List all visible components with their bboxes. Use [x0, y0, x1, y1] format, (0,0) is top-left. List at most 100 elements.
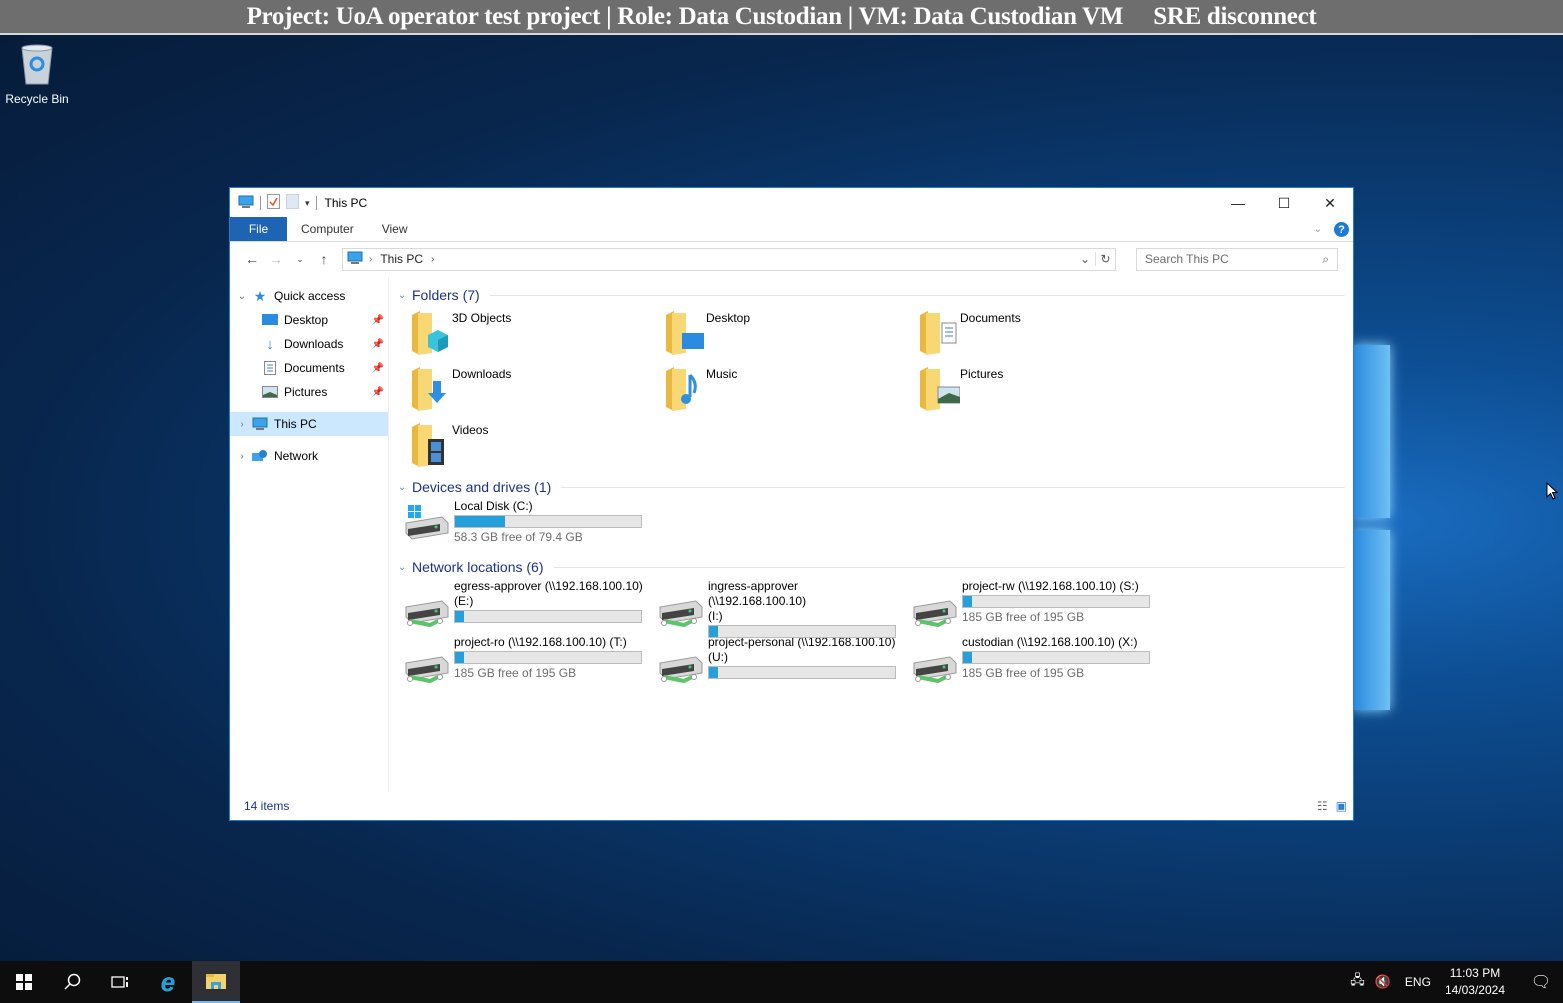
pin-icon[interactable]: 📌: [372, 363, 384, 374]
group-header-devices[interactable]: ⌄ Devices and drives (1): [396, 475, 1353, 499]
expand-ribbon-icon[interactable]: ⌄: [1314, 224, 1322, 235]
network-grid: egress-approver (\\192.168.100.10) (E:) in…: [396, 579, 1353, 691]
properties-icon[interactable]: [267, 194, 280, 212]
nav-network[interactable]: › Network: [230, 444, 388, 468]
network-drive-item[interactable]: ingress-approver (\\192.168.100.10) (I:): [656, 579, 910, 638]
usage-bar: [708, 666, 896, 679]
navigation-bar: ← → ⌄ ↑ › This PC › ⌄ ↻ Search This PC ⌕: [230, 242, 1353, 276]
folder-item[interactable]: Desktop: [660, 307, 914, 363]
folder-label: Downloads: [452, 367, 512, 381]
usage-bar-fill: [709, 667, 719, 678]
search-input[interactable]: Search This PC ⌕: [1136, 247, 1338, 271]
mouse-cursor-icon: [1546, 481, 1559, 503]
tab-file[interactable]: File: [230, 217, 287, 241]
large-icons-view-icon[interactable]: ▣: [1336, 799, 1347, 813]
collapse-chevron-icon[interactable]: ⌄: [398, 562, 412, 573]
close-button[interactable]: ✕: [1307, 188, 1353, 218]
network-warning-icon[interactable]: 🖧: [1350, 971, 1365, 993]
folder-item[interactable]: 3D Objects: [406, 307, 660, 363]
videos-folder-icon: [406, 421, 452, 469]
new-folder-icon[interactable]: [286, 194, 299, 212]
sre-banner: Project: UoA operator test project | Rol…: [0, 0, 1563, 35]
expand-chevron-icon[interactable]: ›: [232, 451, 252, 462]
nav-item-desktop[interactable]: Desktop 📌: [230, 308, 388, 332]
collapse-chevron-icon[interactable]: ⌄: [398, 482, 412, 493]
folder-item[interactable]: Music: [660, 363, 914, 419]
star-icon: ★: [253, 287, 267, 304]
breadcrumb-this-pc[interactable]: This PC: [380, 252, 423, 266]
expand-chevron-icon[interactable]: ›: [232, 419, 252, 430]
usage-bar: [962, 595, 1150, 608]
clock[interactable]: 11:03 PM 14/03/2024: [1445, 965, 1505, 999]
pin-icon[interactable]: 📌: [372, 315, 384, 326]
usage-bar-fill: [455, 652, 465, 663]
search-icon[interactable]: ⌕: [1322, 252, 1329, 267]
tab-view[interactable]: View: [368, 217, 422, 241]
nav-item-pictures[interactable]: Pictures 📌: [230, 380, 388, 404]
action-center-icon[interactable]: 🗨: [1519, 972, 1563, 992]
folder-item[interactable]: Pictures: [914, 363, 1168, 419]
address-bar[interactable]: › This PC › ⌄ ↻: [342, 247, 1116, 271]
sre-disconnect-link[interactable]: SRE disconnect: [1153, 3, 1316, 31]
nav-item-documents[interactable]: Documents 📌: [230, 356, 388, 380]
title-bar[interactable]: ▾ This PC — ☐ ✕: [230, 188, 1353, 218]
item-count: 14 items: [244, 799, 290, 813]
desktop-folder-icon: [660, 309, 706, 357]
banner-text: Project: UoA operator test project | Rol…: [246, 2, 1124, 30]
nav-item-downloads[interactable]: ↓ Downloads 📌: [230, 332, 388, 356]
network-drive-item[interactable]: custodian (\\192.168.100.10) (X:) 185 GB …: [910, 635, 1164, 691]
desktop-icon-recycle-bin[interactable]: Recycle Bin: [4, 42, 70, 106]
drive-item[interactable]: Local Disk (C:) 58.3 GB free of 79.4 GB: [402, 499, 656, 555]
up-button[interactable]: ↑: [312, 251, 336, 267]
back-button[interactable]: ←: [240, 251, 264, 267]
group-header-folders[interactable]: ⌄ Folders (7): [396, 283, 1353, 307]
volume-muted-icon[interactable]: 🔇: [1375, 974, 1391, 990]
maximize-button[interactable]: ☐: [1261, 188, 1307, 218]
folder-item[interactable]: Documents: [914, 307, 1168, 363]
internet-explorer-button[interactable]: e: [144, 961, 192, 1003]
tab-computer[interactable]: Computer: [287, 217, 368, 241]
pin-icon[interactable]: 📌: [372, 339, 384, 350]
file-explorer-button[interactable]: [192, 961, 240, 1003]
navigation-pane: ⌄ ★ Quick access Desktop 📌 ↓ Downloads 📌…: [230, 277, 389, 792]
nav-this-pc[interactable]: › This PC: [230, 412, 388, 436]
group-header-network[interactable]: ⌄ Network locations (6): [396, 555, 1353, 579]
language-indicator[interactable]: ENG: [1405, 975, 1431, 989]
folder-item[interactable]: Videos: [406, 419, 660, 475]
minimize-button[interactable]: —: [1215, 188, 1261, 218]
network-drive-icon: [402, 589, 454, 635]
drive-name: egress-approver (\\192.168.100.10): [454, 579, 643, 593]
pin-icon[interactable]: 📌: [372, 387, 384, 398]
network-drive-item[interactable]: project-ro (\\192.168.100.10) (T:) 185 GB…: [402, 635, 656, 691]
customize-qat-icon[interactable]: ▾: [305, 198, 310, 209]
drive-name: custodian (\\192.168.100.10) (X:): [962, 635, 1138, 649]
refresh-button[interactable]: ↻: [1095, 252, 1115, 266]
pictures-folder-icon: [914, 365, 961, 413]
breadcrumb-chevron[interactable]: ›: [369, 254, 372, 265]
folder-label: Videos: [452, 423, 489, 437]
search-button[interactable]: [48, 961, 96, 1003]
details-view-icon[interactable]: ☷: [1317, 799, 1328, 813]
expand-chevron-icon[interactable]: ⌄: [232, 291, 252, 302]
collapse-chevron-icon[interactable]: ⌄: [398, 290, 412, 301]
this-pc-icon: [238, 195, 254, 212]
network-drive-item[interactable]: project-personal (\\192.168.100.10) (U:): [656, 635, 910, 691]
documents-icon: [262, 361, 278, 375]
start-button[interactable]: [0, 961, 48, 1003]
help-icon[interactable]: ?: [1334, 222, 1349, 237]
network-drive-item[interactable]: egress-approver (\\192.168.100.10) (E:): [402, 579, 656, 635]
free-space-text: 185 GB free of 195 GB: [962, 666, 1085, 680]
nav-label: Pictures: [284, 385, 328, 399]
group-title: Network locations (6): [412, 559, 544, 575]
drive-letter: (E:): [454, 594, 474, 608]
breadcrumb-chevron[interactable]: ›: [431, 254, 434, 265]
address-history-dropdown[interactable]: ⌄: [1075, 252, 1095, 266]
nav-label: Desktop: [284, 313, 329, 327]
recent-locations-button[interactable]: ⌄: [288, 254, 312, 265]
folder-item[interactable]: Downloads: [406, 363, 660, 419]
forward-button[interactable]: →: [264, 251, 288, 267]
task-view-button[interactable]: [96, 961, 144, 1003]
nav-quick-access[interactable]: ⌄ ★ Quick access: [230, 284, 388, 308]
network-drive-item[interactable]: project-rw (\\192.168.100.10) (S:) 185 GB…: [910, 579, 1164, 635]
system-tray: 🖧 🔇 ENG 11:03 PM 14/03/2024 🗨: [1350, 961, 1563, 1003]
